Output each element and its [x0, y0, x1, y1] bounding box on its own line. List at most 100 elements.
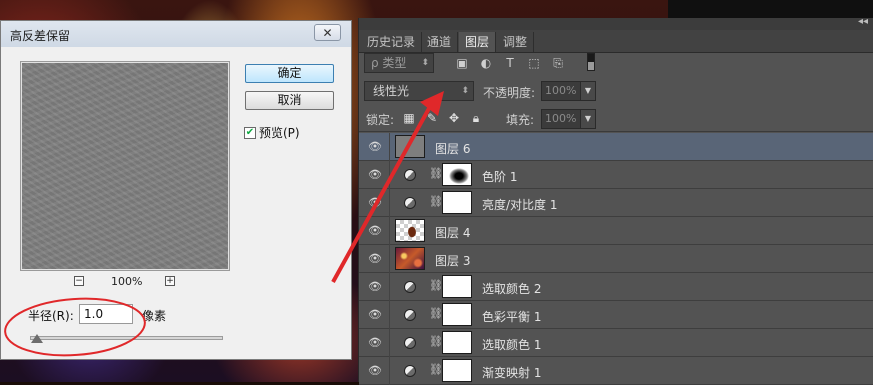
- filter-preview[interactable]: [20, 61, 230, 271]
- blend-mode-select[interactable]: 线性光 ⬍: [364, 81, 474, 101]
- preview-image[interactable]: [22, 63, 228, 269]
- layer-row[interactable]: 👁︎ 图层 3: [359, 245, 873, 273]
- zoom-out-button[interactable]: −: [74, 276, 84, 286]
- layer-list: 👁︎ 图层 6 👁︎ ⛓︎ 色阶 1 👁︎ ⛓︎ 亮度/对比度 1 👁︎ 图层 …: [359, 133, 873, 385]
- layer-name[interactable]: 渐变映射 1: [482, 364, 541, 381]
- radius-label: 半径(R):: [28, 309, 74, 323]
- link-chain-icon[interactable]: ⛓︎: [429, 167, 443, 180]
- adjustment-layer-icon: [404, 197, 416, 209]
- radius-slider-thumb[interactable]: [31, 334, 43, 343]
- smart-object-filter-icon[interactable]: ⎘: [551, 56, 565, 70]
- opacity-field[interactable]: 100%: [541, 81, 581, 101]
- adjustment-layer-icon: [404, 309, 416, 321]
- preview-checkbox[interactable]: ✔: [244, 126, 256, 139]
- layer-row[interactable]: 👁︎ ⛓︎ 选取颜色 2: [359, 273, 873, 301]
- background-dark-corner: [668, 0, 873, 18]
- visibility-eye-icon[interactable]: 👁︎: [367, 225, 383, 237]
- fill-label: 填充:: [506, 113, 535, 127]
- lock-image-brush-icon[interactable]: ✎: [425, 111, 439, 125]
- layer-name[interactable]: 选取颜色 2: [482, 280, 541, 297]
- divider: [389, 301, 390, 329]
- tab-adjustments[interactable]: 调整: [497, 32, 535, 52]
- visibility-eye-icon[interactable]: 👁︎: [367, 141, 383, 153]
- visibility-eye-icon[interactable]: 👁︎: [367, 169, 383, 181]
- adjustment-layer-icon: [404, 365, 416, 377]
- layer-row[interactable]: 👁︎ ⛓︎ 亮度/对比度 1: [359, 189, 873, 217]
- link-chain-icon[interactable]: ⛓︎: [429, 307, 443, 320]
- chevron-down-icon: ▼: [584, 86, 592, 95]
- visibility-eye-icon[interactable]: 👁︎: [367, 337, 383, 349]
- updown-icon: ⬍: [421, 58, 429, 68]
- text-filter-icon[interactable]: T: [503, 56, 517, 70]
- link-chain-icon[interactable]: ⛓︎: [429, 335, 443, 348]
- divider: [389, 217, 390, 245]
- lock-position-move-icon[interactable]: ✥: [447, 111, 461, 125]
- link-chain-icon[interactable]: ⛓︎: [429, 363, 443, 376]
- zoom-level: 100%: [111, 275, 143, 288]
- layer-name[interactable]: 图层 3: [435, 252, 470, 269]
- plus-icon: +: [166, 276, 174, 286]
- layer-name[interactable]: 图层 4: [435, 224, 470, 241]
- layer-row[interactable]: 👁︎ 图层 4: [359, 217, 873, 245]
- kind-filter-value: ρ 类型: [371, 56, 407, 70]
- fill-dropdown-button[interactable]: ▼: [580, 109, 596, 129]
- image-filter-icon[interactable]: ▣: [455, 56, 469, 70]
- layer-name[interactable]: 色彩平衡 1: [482, 308, 541, 325]
- high-pass-dialog: 高反差保留 ✕ − 100% + 确定 取消 ✔ 预览(P) 半径(R): 像素: [0, 20, 352, 360]
- kind-filter-select[interactable]: ρ 类型 ⬍: [364, 53, 434, 73]
- blend-row: 线性光 ⬍ 不透明度: 100% ▼: [359, 79, 873, 103]
- layer-row[interactable]: 👁︎ 图层 6: [359, 133, 873, 161]
- shape-filter-icon[interactable]: ⬚: [527, 56, 541, 70]
- visibility-eye-icon[interactable]: 👁︎: [367, 197, 383, 209]
- minus-icon: −: [75, 276, 83, 286]
- close-button[interactable]: ✕: [314, 24, 341, 41]
- visibility-eye-icon[interactable]: 👁︎: [367, 365, 383, 377]
- layer-name[interactable]: 选取颜色 1: [482, 336, 541, 353]
- preview-toggle[interactable]: ✔ 预览(P): [244, 124, 300, 141]
- tab-layers[interactable]: 图层: [459, 32, 497, 52]
- tab-history[interactable]: 历史记录: [361, 32, 423, 52]
- collapse-icon[interactable]: ◂◂: [858, 16, 868, 27]
- radius-input[interactable]: [79, 304, 133, 324]
- lock-transparent-icon[interactable]: ▦: [402, 111, 416, 125]
- close-icon: ✕: [322, 25, 333, 40]
- divider: [389, 245, 390, 273]
- visibility-eye-icon[interactable]: 👁︎: [367, 253, 383, 265]
- layer-row[interactable]: 👁︎ ⛓︎ 选取颜色 1: [359, 329, 873, 357]
- layer-name[interactable]: 图层 6: [435, 140, 470, 157]
- fill-field[interactable]: 100%: [541, 109, 581, 129]
- cancel-button[interactable]: 取消: [245, 91, 334, 110]
- layer-name[interactable]: 色阶 1: [482, 168, 517, 185]
- visibility-eye-icon[interactable]: 👁︎: [367, 309, 383, 321]
- layers-panel: ◂◂ 历史记录 通道 图层 调整 ρ 类型 ⬍ ▣ ◐ T ⬚ ⎘ 线性光 ⬍ …: [358, 16, 873, 385]
- blend-mode-value: 线性光: [373, 84, 410, 98]
- panel-tabs: 历史记录 通道 图层 调整: [359, 30, 873, 53]
- layer-mask-thumbnail: [442, 331, 472, 354]
- adjustment-filter-icon[interactable]: ◐: [479, 56, 493, 70]
- filter-toggle-switch[interactable]: [587, 53, 595, 71]
- layer-name[interactable]: 亮度/对比度 1: [482, 196, 558, 213]
- lock-all-icon[interactable]: 🔒︎: [469, 111, 483, 125]
- radius-slider-track[interactable]: [30, 336, 223, 340]
- zoom-in-button[interactable]: +: [165, 276, 175, 286]
- visibility-eye-icon[interactable]: 👁︎: [367, 281, 383, 293]
- layer-row[interactable]: 👁︎ ⛓︎ 渐变映射 1: [359, 357, 873, 385]
- layer-row[interactable]: 👁︎ ⛓︎ 色彩平衡 1: [359, 301, 873, 329]
- layer-mask-thumbnail: [442, 275, 472, 298]
- layer-thumbnail: [395, 135, 425, 158]
- lock-row: 锁定: ▦ ✎ ✥ 🔒︎ 填充: 100% ▼: [359, 107, 873, 132]
- ok-button[interactable]: 确定: [245, 64, 334, 83]
- tab-channels[interactable]: 通道: [421, 32, 459, 52]
- dialog-title: 高反差保留: [10, 29, 71, 43]
- filter-row: ρ 类型 ⬍ ▣ ◐ T ⬚ ⎘: [359, 53, 873, 77]
- opacity-dropdown-button[interactable]: ▼: [580, 81, 596, 101]
- radius-unit: 像素: [142, 309, 167, 323]
- link-chain-icon[interactable]: ⛓︎: [429, 195, 443, 208]
- opacity-label: 不透明度:: [483, 86, 536, 100]
- layer-row[interactable]: 👁︎ ⛓︎ 色阶 1: [359, 161, 873, 189]
- divider: [389, 357, 390, 385]
- divider: [389, 161, 390, 189]
- link-chain-icon[interactable]: ⛓︎: [429, 279, 443, 292]
- layer-mask-thumbnail: [442, 191, 472, 214]
- dialog-titlebar[interactable]: 高反差保留 ✕: [1, 21, 351, 47]
